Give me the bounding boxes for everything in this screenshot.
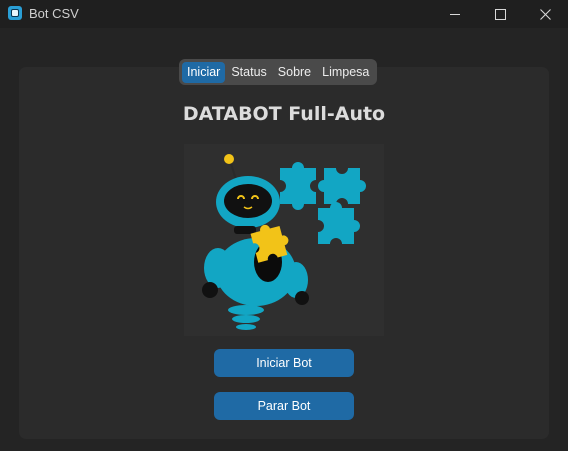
page-title: DATABOT Full-Auto — [182, 103, 386, 125]
app-icon — [8, 6, 22, 20]
close-icon — [539, 8, 551, 20]
tab-bar: Iniciar Status Sobre Limpesa — [179, 59, 378, 85]
close-button[interactable] — [522, 0, 568, 28]
stop-bot-button[interactable]: Parar Bot — [214, 392, 354, 420]
title-bar[interactable]: Bot CSV — [0, 0, 568, 28]
tab-iniciar[interactable]: Iniciar — [182, 61, 226, 83]
minimize-icon — [450, 13, 460, 15]
window-title: Bot CSV — [29, 6, 79, 21]
robot-puzzle-illustration — [184, 144, 384, 336]
maximize-button[interactable] — [477, 0, 523, 28]
start-bot-button[interactable]: Iniciar Bot — [214, 349, 354, 377]
maximize-icon — [494, 8, 506, 20]
robot-puzzle-icon — [202, 154, 366, 330]
tab-status[interactable]: Status — [226, 62, 271, 83]
tab-limpesa[interactable]: Limpesa — [317, 62, 374, 83]
minimize-button[interactable] — [432, 0, 478, 28]
app-window: Bot CSV Iniciar Status Sobre Limpesa DAT… — [0, 0, 568, 451]
tab-sobre[interactable]: Sobre — [273, 62, 316, 83]
